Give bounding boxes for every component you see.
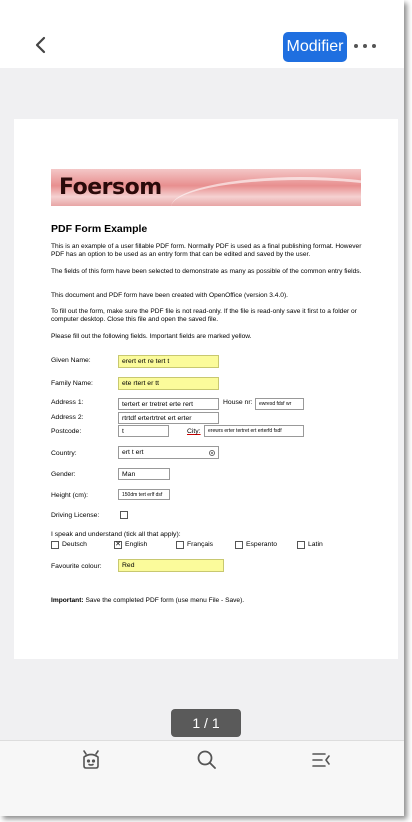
francais-checkbox[interactable]: [176, 541, 184, 549]
driving-license-label: Driving License:: [51, 512, 100, 519]
deutsch-label: Deutsch: [62, 541, 87, 548]
house-nr-field[interactable]: ewresd fdsf wr: [255, 398, 304, 410]
assistant-button[interactable]: [80, 749, 102, 771]
foersom-banner: Foersom: [51, 169, 361, 206]
pdf-page: Foersom PDF Form Example This is an exam…: [14, 119, 398, 659]
important-note: Important: Save the completed PDF form (…: [51, 597, 366, 605]
family-name-field[interactable]: ete rtert er tt: [118, 377, 219, 390]
outline-button[interactable]: [310, 749, 332, 771]
dropdown-icon[interactable]: [209, 450, 215, 456]
document-title: PDF Form Example: [51, 223, 148, 235]
gender-field[interactable]: Man: [118, 468, 170, 480]
app-window: Modifier Foersom PDF Form Example This i…: [0, 0, 404, 816]
top-bar: Modifier: [0, 0, 404, 68]
country-label: Country:: [51, 450, 77, 457]
favourite-colour-field[interactable]: Red: [118, 559, 224, 572]
instructions-paragraph: Please fill out the following fields. Im…: [51, 333, 252, 340]
address1-label: Address 1:: [51, 399, 84, 406]
back-button[interactable]: [30, 34, 52, 56]
robot-icon: [83, 750, 99, 769]
chevron-left-icon: [35, 36, 46, 54]
search-icon: [197, 750, 216, 769]
page-indicator: 1 / 1: [171, 709, 241, 737]
height-label: Height (cm):: [51, 492, 89, 499]
deutsch-checkbox[interactable]: [51, 541, 59, 549]
address2-label: Address 2:: [51, 414, 84, 421]
favourite-colour-label: Favourite colour:: [51, 563, 102, 570]
english-label: English: [125, 541, 148, 548]
given-name-field[interactable]: erert ert re tert t: [118, 355, 219, 368]
more-dot-icon: [363, 44, 367, 48]
height-field[interactable]: 150dm tert erlf dsf: [118, 489, 170, 500]
francais-label: Français: [187, 541, 214, 548]
search-button[interactable]: [196, 749, 218, 771]
english-checkbox[interactable]: ✕: [114, 541, 122, 549]
important-label: Important:: [51, 597, 84, 604]
readonly-paragraph: To fill out the form, make sure the PDF …: [51, 308, 357, 324]
city-label: City:: [187, 428, 201, 435]
esperanto-checkbox[interactable]: [235, 541, 243, 549]
address1-field[interactable]: tertert er tretret erte rert: [118, 398, 219, 410]
banner-swoosh: [171, 177, 361, 206]
driving-license-checkbox[interactable]: [120, 511, 128, 519]
outline-list-icon: [312, 753, 330, 767]
more-dot-icon: [372, 44, 376, 48]
family-name-label: Family Name:: [51, 380, 93, 387]
gender-label: Gender:: [51, 471, 76, 478]
openoffice-paragraph: This document and PDF form have been cre…: [51, 292, 289, 299]
fields-paragraph: The fields of this form have been select…: [51, 268, 362, 275]
intro-paragraph: This is an example of a user fillable PD…: [51, 243, 362, 259]
pdf-viewer[interactable]: Foersom PDF Form Example This is an exam…: [0, 68, 404, 740]
important-text: Save the completed PDF form (use menu Fi…: [83, 597, 245, 604]
languages-label: I speak and understand (tick all that ap…: [51, 531, 181, 538]
city-field[interactable]: erewrs erter tertret ert erterfd fsdf: [204, 425, 304, 437]
latin-label: Latin: [308, 541, 323, 548]
house-nr-label: House nr:: [223, 399, 253, 406]
more-dot-icon: [354, 44, 358, 48]
more-options-button[interactable]: [354, 36, 376, 56]
foersom-logo: Foersom: [59, 175, 162, 200]
country-combobox[interactable]: ert t ert: [118, 446, 219, 459]
postcode-label: Postcode:: [51, 428, 82, 435]
given-name-label: Given Name:: [51, 357, 91, 364]
country-value: ert t ert: [122, 449, 144, 456]
bottom-toolbar: [0, 740, 404, 816]
esperanto-label: Esperanto: [246, 541, 277, 548]
address2-field[interactable]: rtrtdf ertertrtret ert erter: [118, 412, 219, 424]
modify-button[interactable]: Modifier: [283, 32, 347, 62]
latin-checkbox[interactable]: [297, 541, 305, 549]
postcode-field[interactable]: t: [118, 425, 169, 437]
